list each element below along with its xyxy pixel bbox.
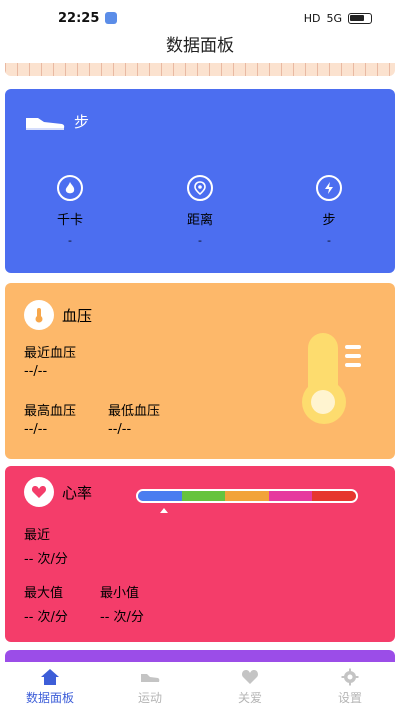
status-indicators: HD 5G	[304, 12, 372, 25]
tab-sport-label: 运动	[137, 690, 162, 705]
distance-label: 距离	[186, 213, 213, 228]
hr-max-label: 最大值	[24, 586, 64, 601]
flame-icon	[57, 175, 83, 201]
hr-recent-label: 最近	[24, 528, 51, 543]
bp-min-label: 最低血压	[108, 404, 161, 419]
step-count-stat: 步 -	[294, 175, 364, 247]
heart-icon	[242, 669, 258, 684]
steps-card-header: 步	[24, 111, 89, 132]
steps-card-title: 步	[74, 113, 90, 131]
scale-segment	[225, 491, 269, 501]
hr-min-label: 最小值	[100, 586, 140, 601]
bottom-tab-bar: 数据面板 运动 关爱 设置	[0, 662, 400, 711]
thermometer-mark	[345, 363, 361, 367]
heart-icon	[24, 477, 54, 507]
scale-segment	[181, 491, 226, 501]
bp-max-value: --/--	[24, 422, 48, 437]
tab-settings-label: 设置	[337, 690, 362, 705]
bp-card-title: 血压	[62, 306, 93, 325]
shoe-icon	[26, 117, 65, 130]
next-card-partial[interactable]	[5, 650, 395, 662]
distance-value: -	[198, 234, 202, 247]
step-count-label: 步	[322, 213, 336, 228]
status-time: 22:25	[58, 10, 100, 26]
hr-card-title: 心率	[62, 483, 93, 502]
thermometer-small-icon	[24, 300, 54, 330]
scale-segment	[312, 491, 356, 501]
tab-settings[interactable]: 设置	[300, 662, 400, 711]
scale-segment	[138, 491, 182, 501]
ruler-decoration	[5, 63, 395, 76]
signal-label: 5G	[326, 11, 342, 25]
thermometer-highlight	[311, 390, 335, 414]
thermometer-mark	[345, 354, 361, 358]
calories-label: 千卡	[56, 213, 83, 228]
hr-max-value: -- 次/分	[24, 610, 68, 625]
hr-card-header: 心率	[24, 477, 92, 507]
page-title: 数据面板	[166, 36, 234, 56]
home-icon	[41, 668, 59, 685]
step-count-value: -	[327, 234, 331, 247]
bp-card-header: 血压	[24, 300, 92, 330]
heart-rate-scale	[136, 489, 358, 503]
thermometer-mark	[345, 345, 361, 349]
bp-max-label: 最高血压	[24, 404, 77, 419]
status-bar: 22:25 HD 5G	[0, 0, 400, 36]
calories-stat: 千卡 -	[35, 175, 105, 247]
tab-dashboard-label: 数据面板	[25, 690, 74, 705]
shoe-icon	[141, 673, 160, 682]
bp-recent-value: --/--	[24, 364, 48, 379]
battery-icon	[348, 12, 372, 24]
bp-recent-label: 最近血压	[24, 346, 77, 361]
tab-care[interactable]: 关爱	[200, 662, 300, 711]
tab-sport[interactable]: 运动	[100, 662, 200, 711]
calories-value: -	[68, 234, 72, 247]
network-badge: HD	[303, 11, 321, 25]
bp-min-value: --/--	[108, 422, 132, 437]
gear-icon	[341, 668, 359, 685]
scale-pointer-icon	[160, 508, 168, 513]
tab-dashboard[interactable]: 数据面板	[0, 662, 100, 711]
hr-min-value: -- 次/分	[100, 610, 144, 625]
location-icon	[187, 175, 213, 201]
lightning-icon	[316, 175, 342, 201]
app-notification-icon	[105, 12, 118, 24]
tab-care-label: 关爱	[237, 690, 262, 705]
scale-segment	[268, 491, 313, 501]
hr-recent-value: -- 次/分	[24, 552, 68, 567]
distance-stat: 距离 -	[165, 175, 235, 247]
